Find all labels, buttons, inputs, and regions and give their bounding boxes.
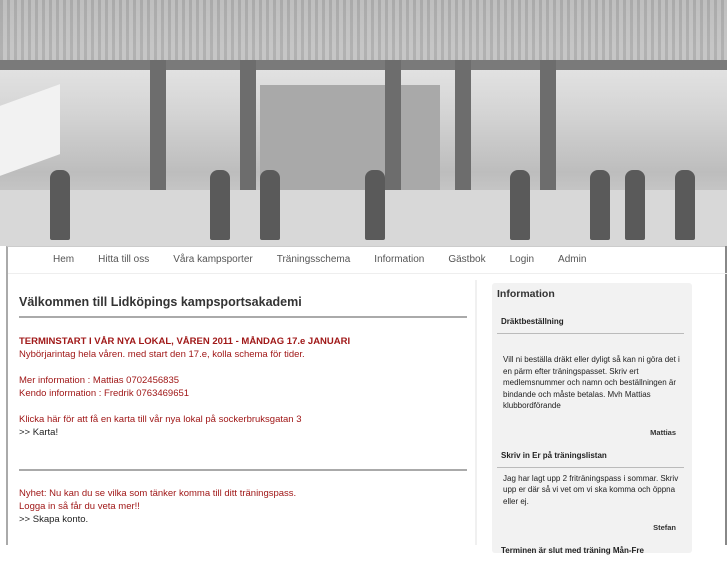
- nav-hitta-till-oss[interactable]: Hitta till oss: [98, 247, 149, 273]
- nav-information[interactable]: Information: [374, 247, 424, 273]
- contact-info: Mer information : Mattias 0702456835: [19, 375, 180, 386]
- create-account-link[interactable]: >> Skapa konto.: [19, 513, 467, 526]
- main-content: Välkommen till Lidköpings kampsportsakad…: [19, 295, 467, 526]
- nav-hem[interactable]: Hem: [53, 247, 74, 273]
- sidebar-title: Information: [497, 288, 555, 300]
- post-body: Jag har lagt upp 2 friträningspass i som…: [503, 473, 679, 506]
- news-login-text: Logga in så får du veta mer!!: [19, 501, 140, 512]
- kendo-contact: Kendo information : Fredrik 0763469651: [19, 388, 190, 399]
- intro-text: Nybörjarintag hela våren. med start den …: [19, 349, 305, 360]
- nav-vara-kampsporter[interactable]: Våra kampsporter: [173, 247, 252, 273]
- info-sidebar: Information Dräktbeställning Vill ni bes…: [492, 283, 692, 555]
- headline: TERMINSTART I VÅR NYA LOKAL, VÅREN 2011 …: [19, 336, 351, 347]
- post-title: Dräktbeställning: [497, 317, 684, 334]
- nav-gastbok[interactable]: Gästbok: [448, 247, 485, 273]
- post-title: Terminen är slut med träning Mån-Fre: [501, 546, 644, 555]
- map-link[interactable]: >> Karta!: [19, 426, 467, 439]
- news-text: Nyhet: Nu kan du se vilka som tänker kom…: [19, 488, 297, 499]
- post-author: Stefan: [653, 523, 676, 532]
- header-banner-image: [0, 0, 727, 246]
- page-title: Välkommen till Lidköpings kampsportsakad…: [19, 295, 467, 318]
- nav-login[interactable]: Login: [510, 247, 534, 273]
- post-body: Vill ni beställa dräkt eller dyligt så k…: [503, 355, 680, 410]
- main-nav: Hem Hitta till oss Våra kampsporter Trän…: [8, 247, 727, 274]
- map-text: Klicka här för att få en karta till vår …: [19, 414, 302, 425]
- nav-admin[interactable]: Admin: [558, 247, 586, 273]
- post-author: Mattias: [650, 427, 676, 437]
- post-title: Skriv in Er på träningslistan: [497, 451, 684, 468]
- nav-traningsschema[interactable]: Träningsschema: [277, 247, 351, 273]
